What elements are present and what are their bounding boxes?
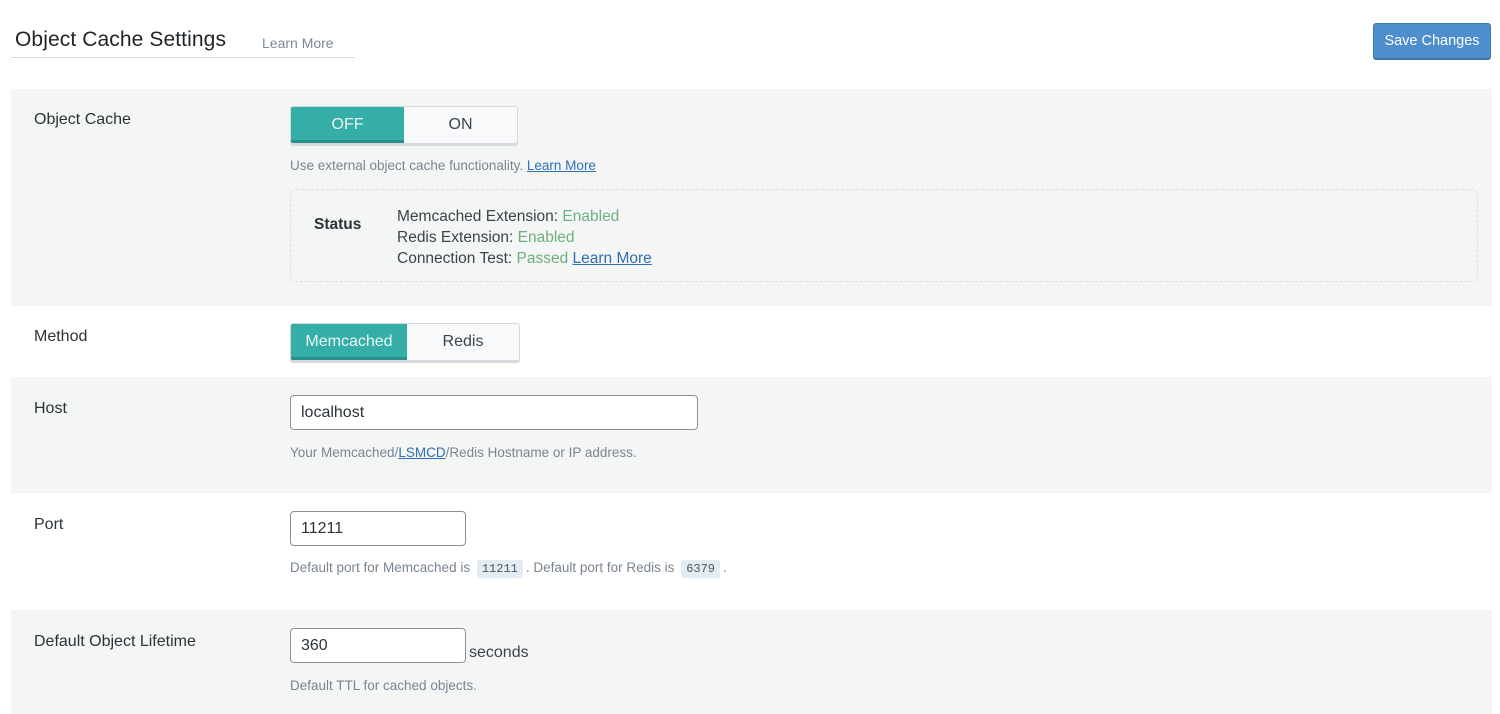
status-connection-test: Connection Test: Passed Learn More — [397, 248, 652, 269]
host-input[interactable] — [290, 395, 698, 430]
object-cache-toggle[interactable]: OFF ON — [290, 106, 518, 144]
status-label: Redis Extension: — [397, 229, 514, 246]
port-label: Port — [34, 516, 64, 533]
row-method: Method Memcached Redis — [11, 306, 1492, 377]
object-cache-description-text: Use external object cache functionality. — [290, 158, 524, 173]
object-cache-learn-more-link[interactable]: Learn More — [527, 158, 596, 173]
port-description-text: . Default port for Redis is — [525, 560, 675, 575]
page-header: Object Cache Settings Learn More — [11, 22, 355, 58]
status-lines: Memcached Extension: Enabled Redis Exten… — [397, 206, 652, 269]
method-redis-option[interactable]: Redis — [407, 324, 519, 360]
connection-test-learn-more-link[interactable]: Learn More — [573, 250, 652, 267]
status-box: Status Memcached Extension: Enabled Redi… — [290, 189, 1478, 282]
object-cache-description: Use external object cache functionality.… — [290, 158, 596, 173]
row-host: Host Your Memcached/LSMCD/Redis Hostname… — [11, 377, 1492, 493]
object-cache-label: Object Cache — [34, 111, 131, 128]
port-input[interactable] — [290, 511, 466, 546]
method-label: Method — [34, 328, 88, 345]
host-description-suffix: /Redis Hostname or IP address. — [445, 445, 637, 460]
lifetime-input[interactable] — [290, 628, 466, 663]
host-description: Your Memcached/LSMCD/Redis Hostname or I… — [290, 445, 637, 460]
status-value: Passed — [516, 250, 569, 267]
memcached-default-port: 11211 — [476, 560, 523, 578]
object-cache-on-option[interactable]: ON — [404, 107, 517, 143]
port-description-text: . — [723, 560, 727, 575]
host-description-prefix: Your Memcached/ — [290, 445, 399, 460]
status-memcached-extension: Memcached Extension: Enabled — [397, 206, 652, 227]
page-title: Object Cache Settings — [15, 28, 227, 51]
status-redis-extension: Redis Extension: Enabled — [397, 227, 652, 248]
port-description-text: Default port for Memcached is — [290, 560, 471, 575]
lifetime-description: Default TTL for cached objects. — [290, 678, 477, 693]
lifetime-label: Default Object Lifetime — [34, 633, 196, 650]
status-value: Enabled — [517, 229, 575, 246]
method-toggle[interactable]: Memcached Redis — [290, 323, 520, 361]
row-object-cache: Object Cache OFF ON Use external object … — [11, 89, 1492, 306]
status-value: Enabled — [562, 208, 620, 225]
lsmcd-link[interactable]: LSMCD — [398, 445, 445, 460]
header-learn-more-link[interactable]: Learn More — [262, 35, 334, 51]
port-description: Default port for Memcached is 11211. Def… — [290, 560, 727, 578]
status-title: Status — [314, 216, 362, 233]
object-cache-off-option[interactable]: OFF — [291, 107, 404, 143]
row-default-object-lifetime: Default Object Lifetime seconds Default … — [11, 610, 1492, 714]
save-changes-button[interactable]: Save Changes — [1373, 23, 1491, 59]
row-port: Port Default port for Memcached is 11211… — [11, 493, 1492, 610]
redis-default-port: 6379 — [681, 560, 720, 578]
lifetime-unit: seconds — [469, 644, 529, 661]
status-label: Memcached Extension: — [397, 208, 559, 225]
status-label: Connection Test: — [397, 250, 513, 267]
method-memcached-option[interactable]: Memcached — [291, 324, 407, 360]
host-label: Host — [34, 400, 67, 417]
